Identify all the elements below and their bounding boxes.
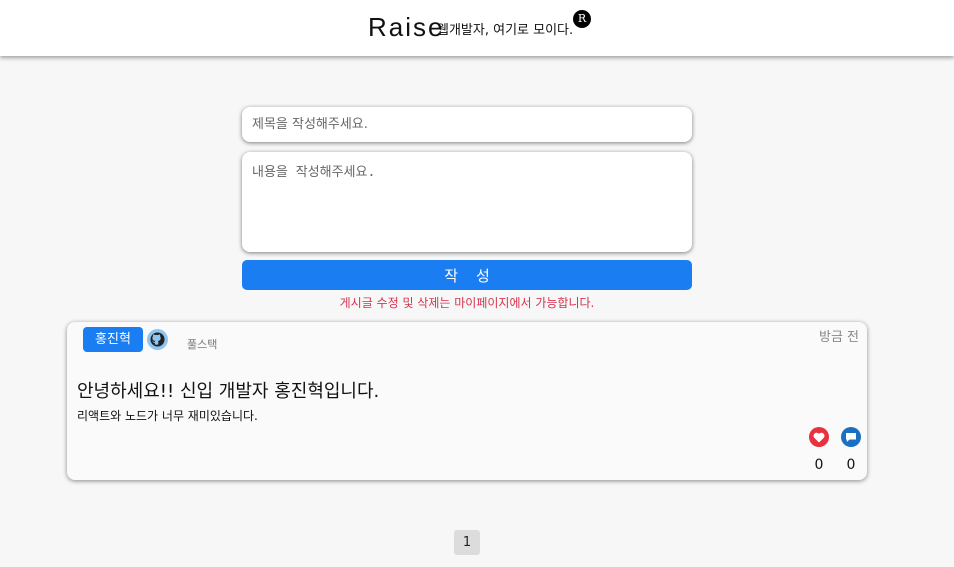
author-name-button[interactable]: 홍진혁 bbox=[83, 327, 143, 352]
like-count: 0 bbox=[814, 457, 824, 473]
submit-post-button[interactable]: 작성 bbox=[242, 260, 692, 290]
post-title[interactable]: 안녕하세요!! 신입 개발자 홍진혁입니다. bbox=[77, 377, 379, 403]
top-header: Raise 웹개발자, 여기로 모이다. R bbox=[0, 0, 954, 56]
post-body: 리액트와 노드가 너무 재미있습니다. bbox=[77, 409, 258, 423]
post-timestamp: 방금 전 bbox=[818, 330, 859, 345]
pagination-page-button[interactable]: 1 bbox=[454, 530, 480, 555]
post-card[interactable]: 홍진혁 풀스택 방금 전 안녕하세요!! 신입 개발자 홍진혁입니다. 리액트와… bbox=[67, 322, 867, 480]
brand-tagline: 웹개발자, 여기로 모이다. bbox=[437, 23, 574, 38]
github-icon[interactable] bbox=[147, 329, 168, 350]
brand-logo[interactable]: Raise bbox=[368, 12, 444, 43]
heart-icon[interactable] bbox=[809, 427, 829, 447]
edit-delete-notice: 게시글 수정 및 삭제는 마이페이지에서 가능합니다. bbox=[339, 296, 595, 310]
comment-icon[interactable] bbox=[841, 427, 861, 447]
post-content-input[interactable] bbox=[242, 152, 692, 252]
post-title-input[interactable] bbox=[242, 107, 692, 142]
registered-mark-badge: R bbox=[573, 10, 591, 28]
author-role: 풀스택 bbox=[187, 338, 218, 351]
comment-count: 0 bbox=[846, 457, 856, 473]
